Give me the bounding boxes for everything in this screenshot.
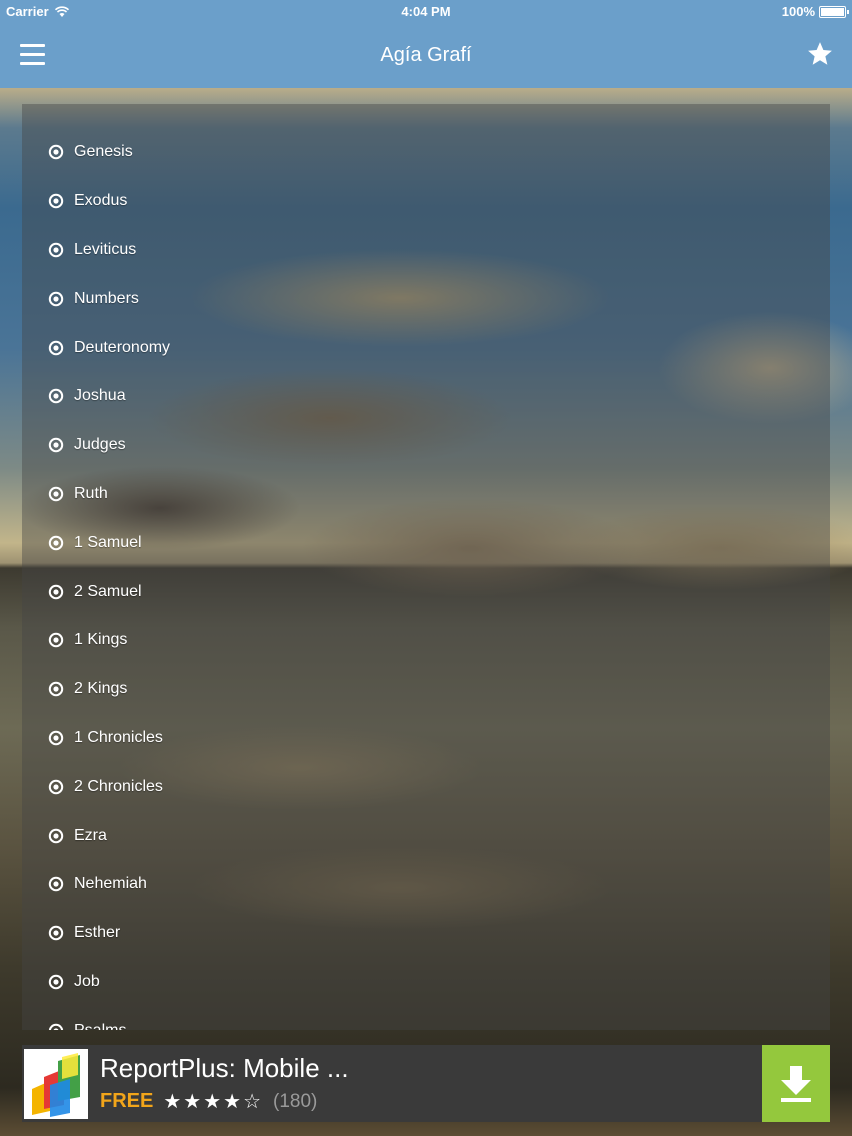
radio-bullet-icon: [48, 925, 64, 941]
book-name: Leviticus: [74, 240, 137, 258]
list-item[interactable]: Judges: [22, 421, 830, 470]
list-item[interactable]: Ezra: [22, 811, 830, 860]
page-title: Agía Grafí: [380, 44, 472, 66]
list-item[interactable]: Job: [22, 958, 830, 1007]
book-name: 1 Samuel: [74, 533, 142, 551]
list-item[interactable]: Leviticus: [22, 226, 830, 275]
status-bar: Carrier 4:04 PM 100%: [0, 0, 852, 24]
radio-bullet-icon: [48, 828, 64, 843]
list-item[interactable]: 2 Chronicles: [22, 762, 830, 811]
rating-stars-icon: ★★★★☆: [163, 1091, 263, 1113]
list-item[interactable]: Deuteronomy: [22, 323, 830, 372]
radio-bullet-icon: [48, 584, 64, 599]
list-item[interactable]: Nehemiah: [22, 860, 830, 909]
download-button[interactable]: [762, 1045, 830, 1122]
radio-bullet-icon: [48, 193, 64, 209]
book-name: Numbers: [74, 289, 139, 307]
radio-bullet-icon: [48, 145, 64, 160]
list-item[interactable]: Esther: [22, 909, 830, 958]
book-name: Exodus: [74, 192, 128, 210]
radio-bullet-icon: [48, 681, 64, 697]
radio-bullet-icon: [48, 1023, 64, 1030]
ad-price: FREE: [100, 1090, 154, 1112]
book-name: Joshua: [74, 387, 126, 405]
list-item[interactable]: Psalms: [22, 1006, 830, 1030]
list-item[interactable]: Exodus: [22, 177, 830, 226]
star-icon[interactable]: [806, 40, 834, 68]
book-name: Esther: [74, 924, 121, 942]
list-item[interactable]: 1 Kings: [22, 616, 830, 665]
list-item[interactable]: 1 Samuel: [22, 518, 830, 567]
book-name: 2 Kings: [74, 680, 128, 698]
book-name: Ezra: [74, 826, 107, 844]
book-name: Nehemiah: [74, 875, 147, 893]
list-item[interactable]: Genesis: [22, 128, 830, 177]
book-name: Genesis: [74, 143, 133, 161]
list-item[interactable]: 1 Chronicles: [22, 714, 830, 763]
book-name: 1 Chronicles: [74, 728, 163, 746]
book-name: Psalms: [74, 1022, 126, 1030]
ad-title: ReportPlus: Mobile ...: [100, 1053, 349, 1083]
radio-bullet-icon: [48, 974, 64, 990]
download-arrow-icon: [781, 1065, 811, 1102]
radio-bullet-icon: [48, 877, 64, 892]
battery-indicator: 100%: [781, 4, 849, 19]
ad-subtitle: FREE ★★★★☆ (180): [100, 1089, 317, 1114]
book-name: Judges: [74, 436, 126, 454]
radio-bullet-icon: [48, 486, 64, 502]
radio-bullet-icon: [48, 389, 64, 404]
book-name: 1 Kings: [74, 631, 128, 649]
book-name: 2 Samuel: [74, 582, 142, 600]
battery-icon: [819, 5, 849, 18]
review-count: (180): [273, 1090, 318, 1112]
radio-bullet-icon: [48, 730, 64, 746]
book-name: Deuteronomy: [74, 338, 171, 356]
status-time: 4:04 PM: [401, 4, 451, 19]
radio-bullet-icon: [48, 535, 64, 550]
book-name: Ruth: [74, 484, 108, 502]
radio-bullet-icon: [48, 340, 64, 355]
book-name: Job: [74, 972, 100, 990]
radio-bullet-icon: [48, 437, 64, 453]
radio-bullet-icon: [48, 633, 64, 648]
ad-banner[interactable]: ReportPlus: Mobile ... FREE ★★★★☆ (180): [22, 1045, 830, 1122]
radio-bullet-icon: [48, 242, 64, 258]
radio-bullet-icon: [48, 291, 64, 306]
list-item[interactable]: Ruth: [22, 470, 830, 519]
book-list-panel[interactable]: Genesis Exodus Leviticus Numbers Deuteronomy…: [22, 104, 830, 1030]
book-list: Genesis Exodus Leviticus Numbers Deuteronomy…: [22, 104, 830, 1030]
list-item[interactable]: Numbers: [22, 274, 830, 323]
list-item[interactable]: 2 Kings: [22, 665, 830, 714]
app-logo-icon: [24, 1049, 88, 1119]
battery-label: 100%: [781, 4, 815, 19]
nav-bar: Agía Grafí: [0, 24, 852, 88]
list-item[interactable]: 2 Samuel: [22, 567, 830, 616]
radio-bullet-icon: [48, 779, 64, 794]
list-item[interactable]: Joshua: [22, 372, 830, 421]
book-name: 2 Chronicles: [74, 777, 163, 795]
